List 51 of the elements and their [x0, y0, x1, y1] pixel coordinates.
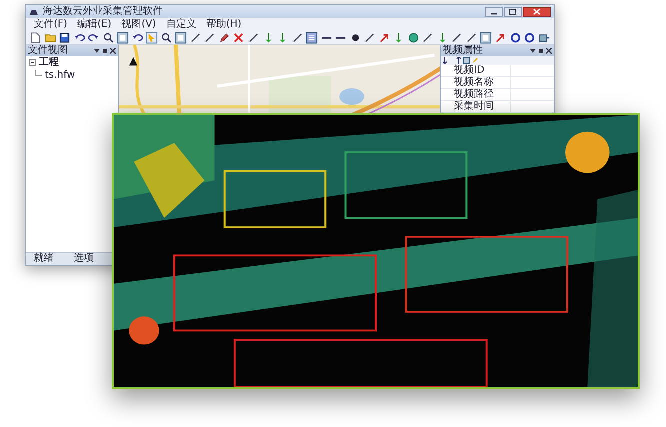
line-icon[interactable]	[292, 32, 304, 44]
circle-icon[interactable]	[524, 32, 536, 44]
dropdown-icon[interactable]	[94, 48, 100, 54]
frame-icon[interactable]	[117, 32, 129, 44]
maximize-icon[interactable]	[504, 6, 522, 16]
redo-icon[interactable]	[88, 32, 100, 44]
line-icon[interactable]	[190, 32, 202, 44]
property-name: 采集时间	[451, 101, 511, 112]
panel-title: 视频属性	[443, 46, 483, 56]
menu-item[interactable]: 文件(F)	[34, 18, 68, 30]
frame-icon[interactable]	[175, 32, 187, 44]
search-icon[interactable]	[102, 32, 114, 44]
circle-icon[interactable]	[510, 32, 522, 44]
app-icon	[29, 8, 39, 16]
page-icon[interactable]	[463, 57, 470, 64]
tree-item[interactable]: ts.hfw	[45, 70, 76, 80]
minimize-icon[interactable]	[485, 6, 503, 16]
tree-item[interactable]: 工程	[39, 58, 59, 68]
line-icon[interactable]	[248, 32, 260, 44]
property-name: 视频ID	[451, 65, 511, 76]
delete-icon[interactable]	[233, 32, 245, 44]
export-icon[interactable]	[538, 32, 550, 44]
property-name: 视频路径	[451, 89, 511, 100]
status-text: 就绪	[34, 254, 54, 264]
dropdown-icon[interactable]	[530, 48, 536, 54]
menu-item[interactable]: 帮助(H)	[206, 18, 242, 30]
status-text: 选项	[74, 254, 94, 264]
menu-item[interactable]: 编辑(E)	[78, 18, 112, 30]
frame-icon[interactable]	[480, 32, 492, 44]
list-icon[interactable]	[306, 32, 318, 44]
undo-icon[interactable]	[132, 32, 144, 44]
search-icon[interactable]	[160, 32, 172, 44]
menu-item[interactable]: 自定义	[166, 18, 196, 30]
collapse-icon[interactable]	[29, 59, 36, 66]
menu-item[interactable]: 视图(V)	[122, 18, 156, 30]
undo-icon[interactable]	[74, 32, 86, 44]
panel-title: 文件视图	[28, 46, 68, 56]
save-icon[interactable]	[59, 32, 71, 44]
close-icon[interactable]	[110, 48, 116, 54]
arrow-icon[interactable]	[378, 32, 390, 44]
property-name: 视频名称	[451, 77, 511, 88]
close-icon[interactable]	[546, 48, 552, 54]
window-title: 海达数云外业采集管理软件	[43, 6, 164, 18]
line-icon[interactable]	[466, 32, 478, 44]
dot-icon[interactable]	[350, 32, 362, 44]
line-icon[interactable]	[364, 32, 376, 44]
line-icon[interactable]	[451, 32, 463, 44]
arrow-icon[interactable]	[495, 32, 507, 44]
line-icon[interactable]	[204, 32, 216, 44]
close-icon[interactable]	[523, 6, 551, 16]
line-icon[interactable]	[422, 32, 434, 44]
